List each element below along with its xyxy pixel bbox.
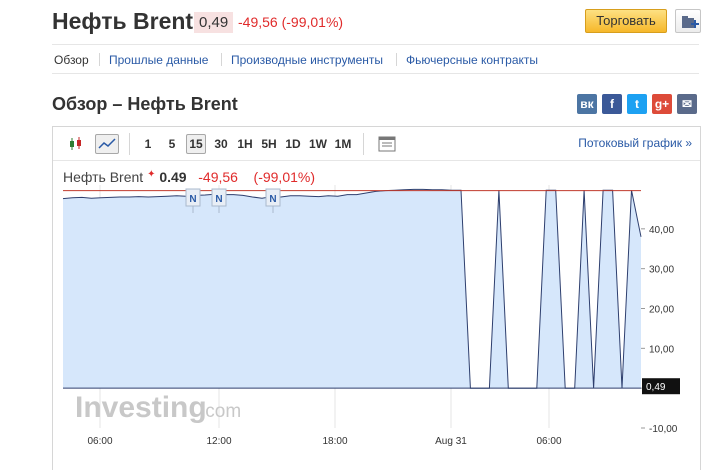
- investing-watermark: Investing: [75, 391, 207, 424]
- chart-widget: 1 5 15 30 1H 5H 1D 1W 1M Потоковый графи…: [52, 126, 701, 470]
- subnav-divider: [221, 53, 222, 66]
- x-tick-label: 18:00: [322, 436, 347, 447]
- investing-watermark-suffix: .com: [200, 401, 241, 422]
- subnav-divider: [99, 53, 100, 66]
- y-tick-label: -10,00: [649, 424, 678, 435]
- change-percent: (-99,01%): [281, 14, 344, 30]
- trade-button[interactable]: Торговать: [585, 9, 667, 33]
- subnav-overview[interactable]: Обзор: [54, 53, 89, 67]
- subnav-derivatives[interactable]: Производные инструменты: [231, 53, 383, 67]
- subnav-divider: [396, 53, 397, 66]
- x-tick-label: 06:00: [536, 436, 561, 447]
- section-title: Обзор – Нефть Brent: [52, 94, 238, 114]
- email-icon[interactable]: ✉: [677, 94, 697, 114]
- news-marker-label: N: [215, 194, 222, 205]
- price-badge: 0,49: [194, 12, 234, 33]
- area-fill: [63, 189, 641, 389]
- price-chart[interactable]: 40,0030,0020,0010,000,00-10,0006:0012:00…: [53, 127, 700, 470]
- y-tick-label: 10,00: [649, 344, 674, 355]
- subnav-futures[interactable]: Фьючерсные контракты: [406, 53, 538, 67]
- vk-icon[interactable]: вк: [577, 94, 597, 114]
- subnav: Обзор Прошлые данные Производные инструм…: [52, 44, 699, 74]
- facebook-icon[interactable]: f: [602, 94, 622, 114]
- y-tick-label: 40,00: [649, 225, 674, 236]
- subnav-history[interactable]: Прошлые данные: [109, 53, 208, 67]
- news-marker-label: N: [189, 194, 196, 205]
- news-marker-label: N: [269, 194, 276, 205]
- x-tick-label: 06:00: [87, 436, 112, 447]
- page-header: Нефть Brent 0,49 -49,56 (-99,01%) Торгов…: [0, 0, 717, 44]
- price-change: -49,56 (-99,01%): [238, 14, 343, 30]
- change-value: -49,56: [238, 14, 278, 30]
- y-tick-label: 30,00: [649, 265, 674, 276]
- x-tick-label: 12:00: [206, 436, 231, 447]
- portfolio-add-icon: [682, 16, 699, 28]
- add-to-portfolio-button[interactable]: [675, 9, 701, 33]
- last-value-label: 0,49: [646, 382, 666, 393]
- y-tick-label: 20,00: [649, 305, 674, 316]
- x-tick-label: Aug 31: [435, 436, 467, 447]
- google-plus-icon[interactable]: g+: [652, 94, 672, 114]
- twitter-icon[interactable]: t: [627, 94, 647, 114]
- page-title: Нефть Brent: [52, 8, 194, 34]
